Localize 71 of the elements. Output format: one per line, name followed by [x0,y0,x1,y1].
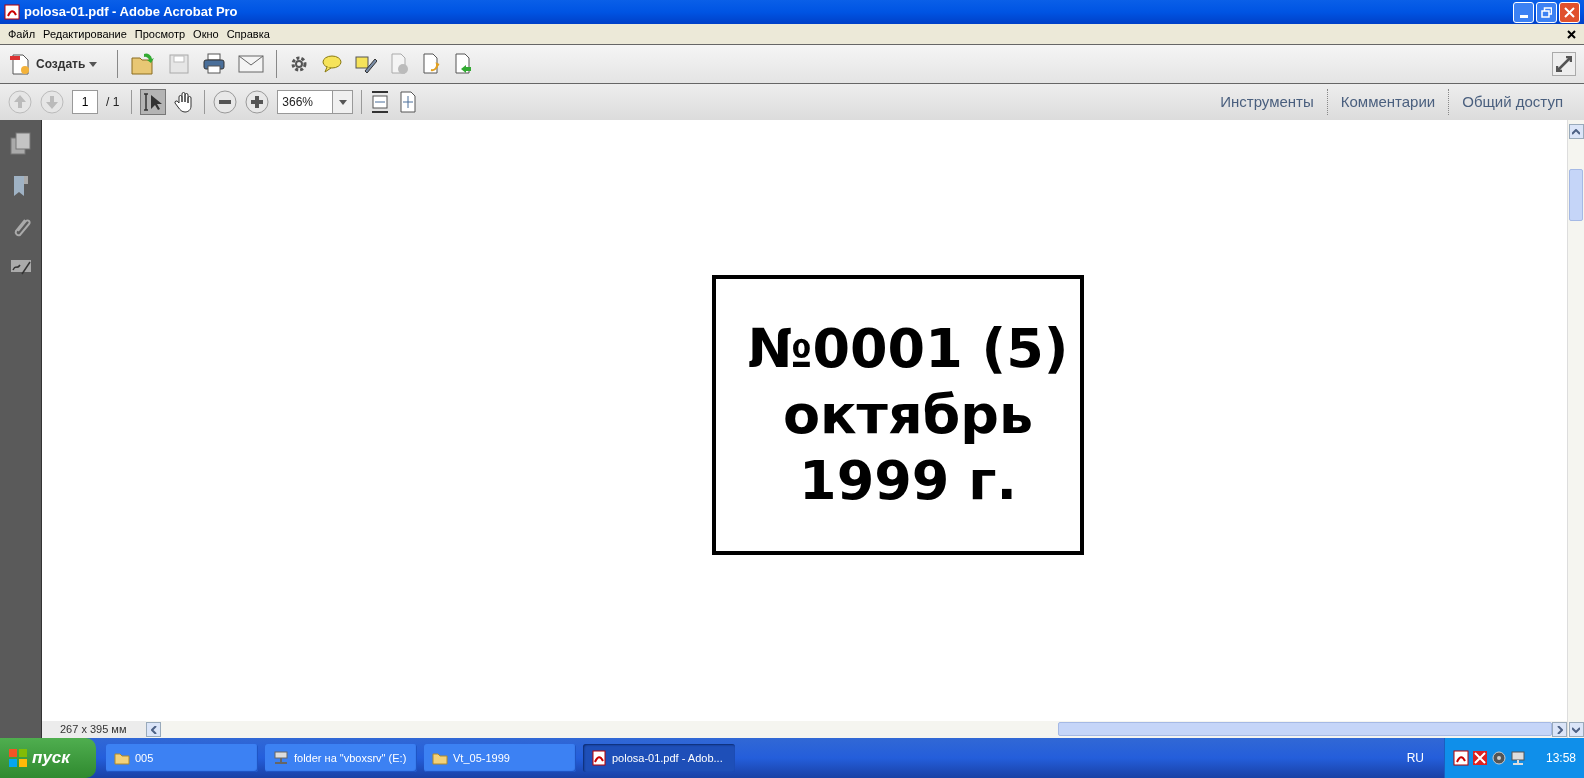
menu-item[interactable]: Файл [4,25,40,43]
expand-icon [1556,56,1572,72]
pdf-file-icon[interactable] [1453,750,1469,766]
menu-item[interactable]: Окно [189,25,223,43]
pane-tab[interactable]: Комментарии [1327,90,1449,114]
open-folder-icon[interactable] [130,52,157,76]
envelope-icon[interactable] [238,54,265,74]
fit-width-icon[interactable] [370,91,391,113]
close-button[interactable] [1559,1,1580,23]
menu-item[interactable]: Просмотр [130,25,190,43]
scroll-up-button[interactable] [1568,124,1584,139]
language-indicator[interactable]: RU [1406,749,1424,767]
minimize-icon [1519,14,1528,18]
close-icon[interactable] [1567,29,1576,39]
chevron-right-icon [1556,725,1563,734]
bookmark-icon[interactable] [11,174,30,198]
pdf-file-icon [591,750,607,766]
chevron-up-icon [1572,128,1580,135]
windows-logo-icon [8,748,28,768]
close-icon [1564,6,1575,18]
pages-icon[interactable] [9,132,32,156]
restore-icon [1541,6,1552,18]
network-icon[interactable] [1510,750,1526,766]
chevron-left-icon [150,725,157,734]
clock: 13:58 [1545,750,1576,767]
document-arrow-icon[interactable] [421,53,442,75]
folder-icon [432,750,448,766]
minimize-button[interactable] [1513,1,1534,23]
folder-icon [114,750,130,766]
pane-tab[interactable]: Общий доступ [1449,90,1576,114]
menu-item[interactable]: Редактирование [39,25,131,43]
zoom-dropdown[interactable]: 366% [277,90,354,114]
scroll-down-button[interactable] [1568,722,1584,737]
select-tool-button[interactable] [140,89,167,115]
cursor-icon [143,92,164,112]
restore-button[interactable] [1536,1,1557,23]
window-title: polosa-01.pdf - Adobe Acrobat Pro [24,3,238,22]
text-edit-icon[interactable] [355,54,378,74]
zoom-out-icon[interactable] [213,90,238,114]
pdf-file-icon [4,4,20,20]
scroll-left-button[interactable] [146,722,161,737]
taskbar-button[interactable]: polosa-01.pdf - Adob... [583,744,735,772]
speaker-icon[interactable] [1491,750,1507,766]
pane-tab[interactable]: Инструменты [1207,90,1327,114]
speech-bubble-icon[interactable] [321,54,344,74]
scroll-right-button[interactable] [1552,722,1567,737]
create-document-icon [8,52,32,76]
issue-text-line: 1999 г. [799,448,1017,514]
full-screen-button[interactable] [1552,52,1576,76]
caret-icon [338,99,347,105]
taskbar-button[interactable]: 005 [106,744,258,772]
printer-icon[interactable] [202,53,227,75]
vertical-scrollbar-thumb[interactable] [1569,169,1583,221]
zoom-in-icon[interactable] [245,90,270,114]
caret-icon [89,61,98,67]
antivirus-icon[interactable] [1472,750,1488,766]
taskbar-button[interactable]: folder на "vboxsrv" (E:) [265,744,417,772]
menu-item[interactable]: Справка [222,25,274,43]
page-size: 267 x 395 мм [42,721,146,738]
horizontal-scrollbar-thumb[interactable] [1058,722,1552,736]
page-total: / 1 [106,94,120,111]
create-button[interactable]: Создать [8,52,106,76]
issue-text-line: октябрь [782,382,1034,448]
issue-text-line: №0001 (5) [747,316,1069,382]
fit-page-icon[interactable] [398,91,419,113]
network-drive-icon [273,750,289,766]
chevron-down-icon [1572,726,1580,733]
signature-icon[interactable] [9,258,32,276]
document-export-icon[interactable] [453,53,474,75]
page-number-field[interactable]: 1 [72,90,98,114]
taskbar-button[interactable]: Vt_05-1999 [424,744,576,772]
